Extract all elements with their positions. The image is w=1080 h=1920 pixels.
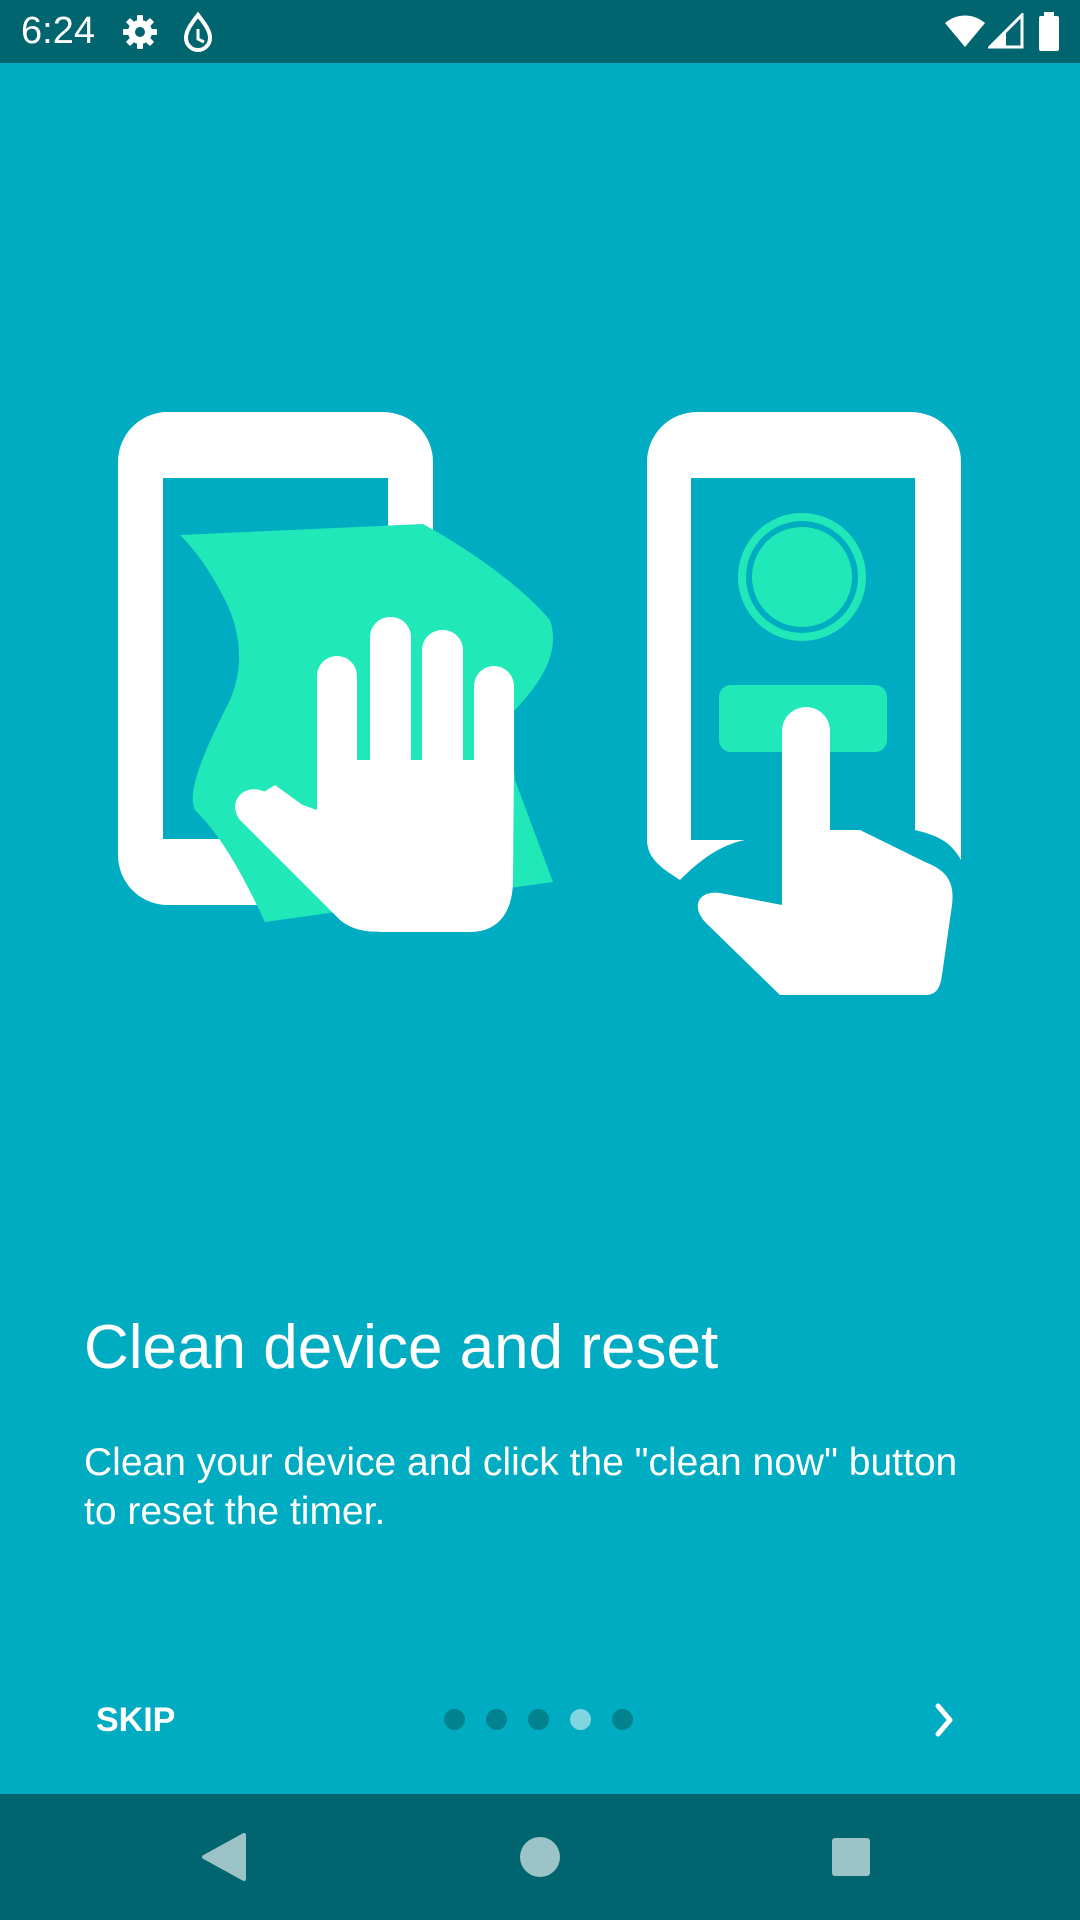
gear-icon xyxy=(123,15,157,49)
page-title: Clean device and reset xyxy=(84,1313,719,1382)
home-button[interactable] xyxy=(500,1817,580,1897)
page-dot-3[interactable] xyxy=(528,1709,549,1730)
water-drop-icon xyxy=(183,11,213,52)
home-icon xyxy=(520,1837,560,1877)
recents-icon xyxy=(832,1838,870,1876)
next-button[interactable] xyxy=(914,1690,974,1750)
battery-icon xyxy=(1039,12,1059,51)
recents-button[interactable] xyxy=(811,1817,891,1897)
page-description: Clean your device and click the "clean n… xyxy=(84,1441,958,1533)
page-indicator xyxy=(444,1709,644,1731)
cellular-signal-icon xyxy=(988,13,1024,49)
navigation-bar xyxy=(0,1794,1080,1920)
wifi-icon xyxy=(945,15,985,47)
back-icon xyxy=(202,1833,246,1881)
back-button[interactable] xyxy=(186,1817,266,1897)
status-bar: 6:24 xyxy=(0,0,1080,63)
page-dot-1[interactable] xyxy=(444,1709,465,1730)
clean-device-illustration xyxy=(117,412,961,995)
skip-button[interactable]: SKIP xyxy=(78,1690,193,1750)
page-dot-2[interactable] xyxy=(486,1709,507,1730)
page-dot-5[interactable] xyxy=(612,1709,633,1730)
status-time: 6:24 xyxy=(21,10,95,52)
page-dot-4[interactable] xyxy=(570,1709,591,1730)
chevron-right-icon xyxy=(935,1703,953,1737)
